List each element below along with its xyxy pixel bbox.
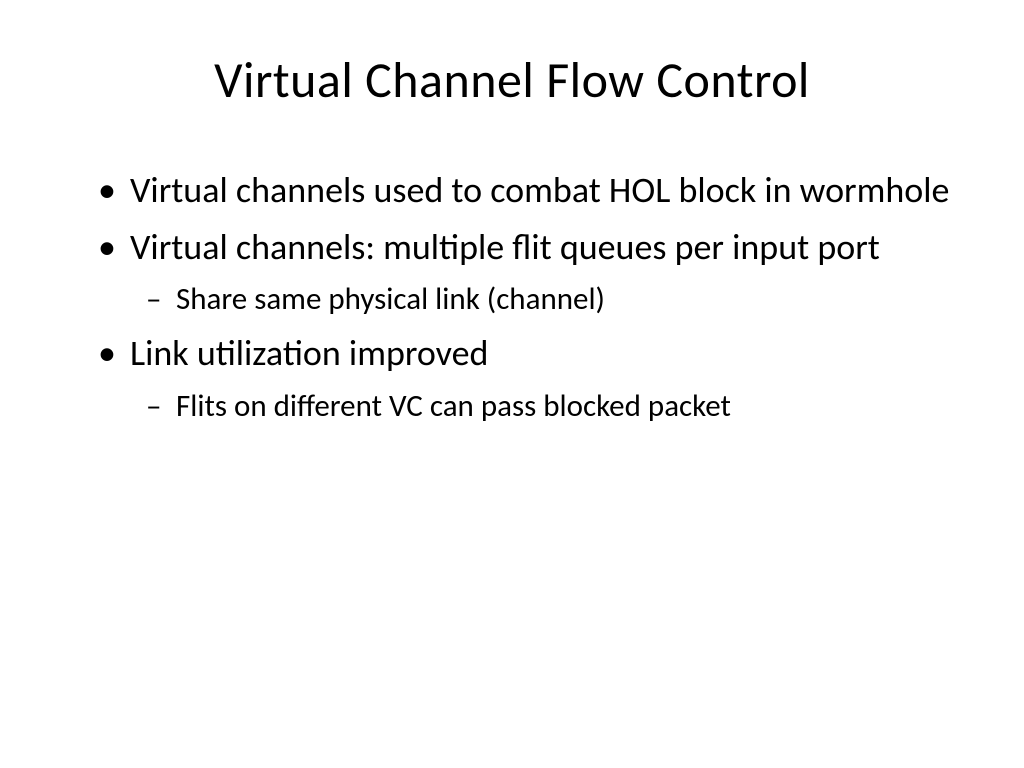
sub-bullet-text: Flits on different VC can pass blocked p… — [176, 387, 731, 425]
slide-title: Virtual Channel Flow Control — [70, 50, 954, 111]
sub-bullet-item: Flits on different VC can pass blocked p… — [130, 386, 954, 428]
bullet-text: Virtual channels: multiple flit queues p… — [130, 225, 880, 269]
bullet-item: Link utilization improved Flits on diffe… — [90, 329, 954, 427]
sub-bullet-list: Flits on different VC can pass blocked p… — [130, 386, 954, 428]
slide-content: Virtual channels used to combat HOL bloc… — [70, 166, 954, 427]
bullet-item: Virtual channels: multiple flit queues p… — [90, 223, 954, 321]
bullet-list: Virtual channels used to combat HOL bloc… — [90, 166, 954, 427]
sub-bullet-item: Share same physical link (channel) — [130, 279, 954, 321]
bullet-text: Link utilization improved — [130, 331, 488, 375]
sub-bullet-list: Share same physical link (channel) — [130, 279, 954, 321]
slide: Virtual Channel Flow Control Virtual cha… — [0, 0, 1024, 768]
bullet-text: Virtual channels used to combat HOL bloc… — [130, 168, 949, 212]
sub-bullet-text: Share same physical link (channel) — [176, 280, 605, 318]
bullet-item: Virtual channels used to combat HOL bloc… — [90, 166, 954, 215]
